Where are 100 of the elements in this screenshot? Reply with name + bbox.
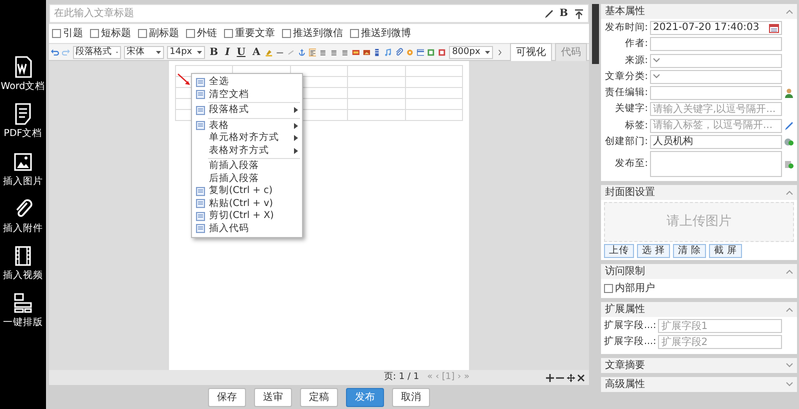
title-field[interactable]: 在此输入文章标题 B <box>49 4 589 23</box>
cover-button[interactable]: 选 择 <box>637 244 670 258</box>
input-field[interactable]: 请输入标签，以逗号隔开... <box>650 118 782 133</box>
section-header[interactable]: 高级属性 <box>601 376 797 392</box>
menu-item[interactable]: 复制(Ctrl + c) <box>192 185 302 198</box>
checkbox[interactable] <box>224 29 233 38</box>
checkbox[interactable] <box>282 29 291 38</box>
menu-item[interactable]: 粘贴(Ctrl + v) <box>192 198 302 210</box>
menu-item[interactable]: 表格对齐方式 <box>192 144 302 157</box>
menu-item[interactable]: 前插入段落 <box>192 160 302 172</box>
input-field[interactable] <box>650 70 782 84</box>
expand-icon[interactable] <box>786 382 793 386</box>
zoom-in-icon[interactable] <box>546 374 554 382</box>
person-icon[interactable] <box>784 88 794 98</box>
chevron-icon <box>653 58 660 64</box>
checkbox[interactable] <box>350 29 359 38</box>
action-button[interactable]: 取消 <box>392 388 430 406</box>
input-field[interactable]: 扩展字段2 <box>658 335 782 350</box>
field-label: 责任编辑: <box>604 86 648 100</box>
anchor-icon[interactable] <box>298 46 306 58</box>
collapse-icon[interactable] <box>786 190 793 195</box>
input-field[interactable] <box>650 37 782 52</box>
sidebar-label[interactable]: Word文档 <box>0 80 46 94</box>
collapse-icon[interactable] <box>786 269 793 274</box>
section-header[interactable]: 访问限制 <box>601 264 797 279</box>
input-field[interactable] <box>650 86 782 100</box>
close-icon[interactable] <box>577 374 585 382</box>
format-button[interactable]: A <box>250 44 262 60</box>
chevron-icon <box>653 74 660 80</box>
sidebar-label[interactable]: 一键排版 <box>3 316 43 330</box>
checkbox[interactable] <box>604 284 613 293</box>
format-button[interactable]: I <box>223 44 232 60</box>
calendar-icon[interactable] <box>769 23 779 34</box>
sidebar-label[interactable]: 插入附件 <box>3 222 43 236</box>
pointer-arrow <box>177 73 193 87</box>
menu-item[interactable]: 单元格对齐方式 <box>192 132 302 144</box>
music-icon[interactable] <box>384 46 392 58</box>
menu-item[interactable]: 全选 <box>192 76 302 88</box>
pdf-icon[interactable] <box>12 103 33 126</box>
input-field[interactable] <box>650 151 782 177</box>
bold-button[interactable]: B <box>558 6 570 21</box>
checkbox[interactable] <box>138 29 147 38</box>
section-header[interactable]: 基本属性 <box>601 4 797 19</box>
menu-item[interactable]: 段落格式 <box>192 104 302 116</box>
paragraph-select[interactable]: 段落格式 <box>72 46 121 58</box>
format-button[interactable]: U <box>234 44 248 60</box>
checkbox[interactable] <box>52 29 61 38</box>
checkbox-label: 短标题 <box>101 26 131 41</box>
action-button[interactable]: 保存 <box>208 388 246 406</box>
section-header[interactable]: 文章摘要 <box>601 358 797 372</box>
action-button[interactable]: 定稿 <box>300 388 338 406</box>
image-icon[interactable] <box>13 150 33 172</box>
sidebar-label[interactable]: 插入视频 <box>3 269 43 284</box>
menu-item[interactable]: 清空文档 <box>192 88 302 101</box>
pen-icon[interactable] <box>784 120 794 131</box>
input-field[interactable]: 扩展字段1 <box>658 319 782 334</box>
action-button[interactable]: 送审 <box>254 388 292 406</box>
video-icon[interactable] <box>13 245 33 267</box>
width-select[interactable]: 800px <box>449 46 494 58</box>
page-icon <box>196 199 205 208</box>
undo-icon[interactable] <box>51 46 59 58</box>
layout-icon[interactable] <box>13 292 33 314</box>
view-tab[interactable]: 可视化 <box>510 42 552 62</box>
move-icon[interactable] <box>566 374 574 382</box>
cover-button[interactable]: 截 屏 <box>709 244 742 258</box>
pin-icon[interactable] <box>574 8 584 18</box>
collapse-icon[interactable] <box>786 307 793 312</box>
menu-item[interactable]: 后插入段落 <box>192 172 302 185</box>
page-icon <box>196 186 205 196</box>
page-icon <box>196 78 205 87</box>
size-select[interactable]: 14px <box>166 46 205 58</box>
format-button[interactable]: B <box>208 44 220 60</box>
input-field[interactable] <box>650 54 782 68</box>
collapse-icon[interactable] <box>786 9 793 14</box>
section-header[interactable]: 封面图设置 <box>601 185 797 200</box>
font-select[interactable]: 宋体 <box>124 46 164 58</box>
cover-button[interactable]: 清 除 <box>673 244 706 258</box>
checkbox-label: 推送到微信 <box>293 27 343 41</box>
section-header[interactable]: 扩展属性 <box>601 302 797 317</box>
table-icon[interactable] <box>416 46 424 58</box>
field-label: 关键字: <box>614 102 648 116</box>
expand-icon[interactable] <box>786 362 793 368</box>
pen-icon[interactable] <box>544 8 554 18</box>
menu-item[interactable]: 插入代码 <box>192 222 302 235</box>
menu-item[interactable]: 剪切(Ctrl + X) <box>192 210 302 222</box>
checkbox[interactable] <box>90 29 99 38</box>
checkbox[interactable] <box>186 29 195 38</box>
submenu-arrow-icon <box>294 107 298 114</box>
checkbox-label: 副标题 <box>149 26 179 41</box>
cover-button[interactable]: 上传 <box>604 244 634 258</box>
menu-item[interactable]: 表格 <box>192 120 302 132</box>
editor-page[interactable]: 全选 清空文档 段落格式 表格 单元格对齐方式 表格对齐方式 前插入段落 后插入段落 复制(Ctrl + c) 粘贴(Ctrl + v) 剪切(Ctrl + X) 插入代码 <box>169 61 469 370</box>
input-field[interactable]: 2021-07-20 17:40:03 <box>650 21 782 36</box>
input-field[interactable]: 人员机构 <box>650 134 782 149</box>
field-label: 发布时间: <box>604 21 648 35</box>
align-icon[interactable] <box>308 46 316 58</box>
input-field[interactable]: 请输入关键字,以逗号隔开... <box>650 102 782 116</box>
sidebar-label[interactable]: PDF文档 <box>4 127 42 142</box>
sidebar-label[interactable]: 插入图片 <box>3 174 43 189</box>
word-icon[interactable] <box>12 56 33 78</box>
